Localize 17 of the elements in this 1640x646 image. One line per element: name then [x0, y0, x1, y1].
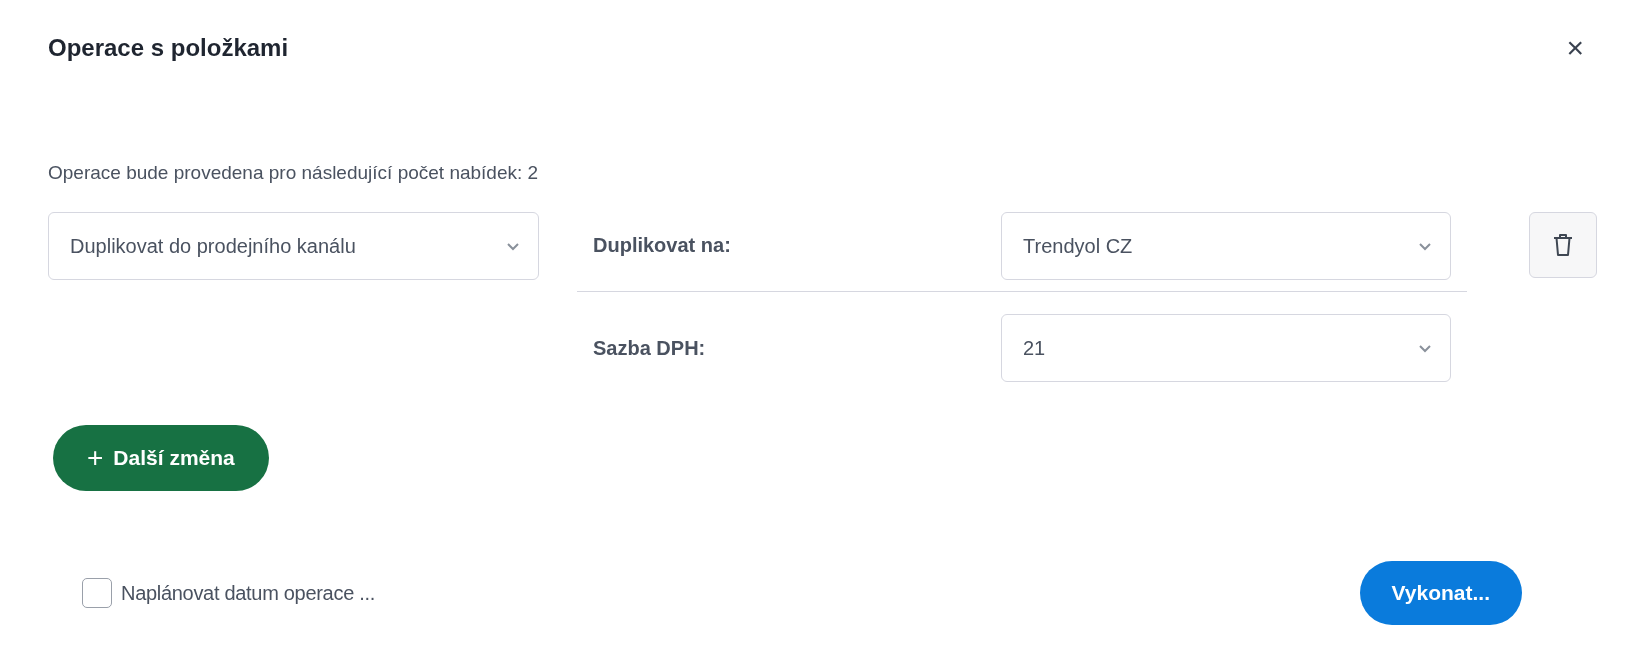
- checkbox-label: Naplánovat datum operace ...: [121, 581, 375, 605]
- chevron-down-icon: [506, 241, 520, 251]
- info-text: Operace bude provedena pro následující počet nabídek: 2: [48, 162, 540, 184]
- field-label: Duplikovat na:: [593, 234, 731, 257]
- submit-button[interactable]: Vykonat...: [1359, 561, 1522, 625]
- operation-select[interactable]: Duplikovat do prodejního kanálu: [48, 212, 539, 280]
- chevron-down-icon: [1418, 241, 1432, 251]
- dropdown-select[interactable]: 21: [1001, 314, 1451, 382]
- add-change-button[interactable]: + Další změna: [53, 425, 269, 491]
- dropdown-select[interactable]: Trendyol CZ: [1001, 212, 1451, 280]
- trash-icon: [1553, 233, 1573, 257]
- chevron-down-icon: [1418, 343, 1432, 353]
- field-label: Sazba DPH:: [593, 337, 706, 360]
- close-button[interactable]: ×: [1558, 33, 1592, 63]
- dialog-title: Operace s položkami: [48, 34, 289, 62]
- delete-button[interactable]: [1529, 212, 1597, 278]
- checkbox[interactable]: [82, 578, 112, 608]
